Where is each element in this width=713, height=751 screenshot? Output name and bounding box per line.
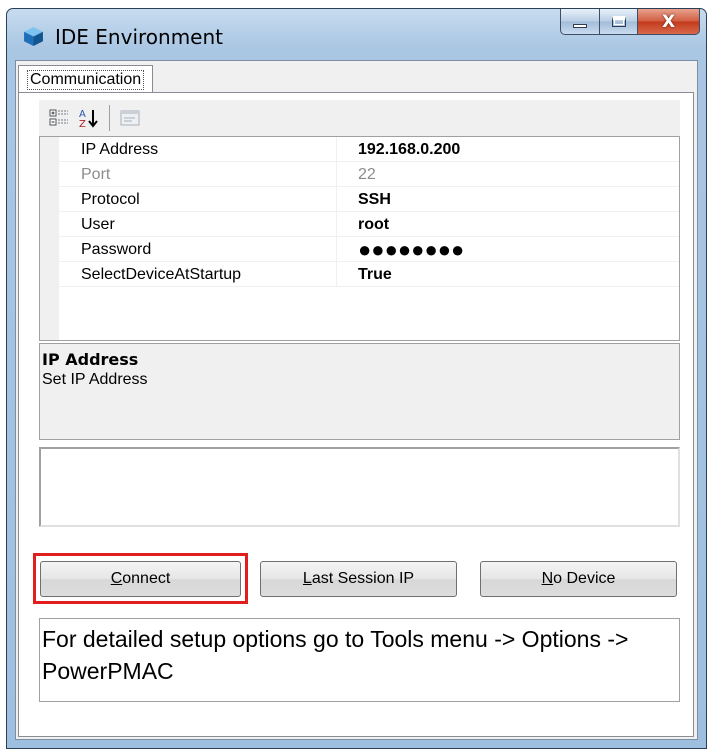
property-row-select-device-at-startup[interactable]: SelectDeviceAtStartup True [40, 262, 679, 287]
property-row-ip-address[interactable]: IP Address 192.168.0.200 [40, 137, 679, 162]
alphabetical-sort-icon: A Z [79, 109, 98, 129]
property-name: SelectDeviceAtStartup [59, 262, 337, 287]
categorized-icon [49, 109, 68, 126]
maximize-button[interactable] [600, 9, 638, 35]
client-area: Communication A Z IP Address 192.168.0.2… [15, 60, 698, 740]
property-grid-toolbar: A Z [39, 100, 680, 136]
property-pages-icon [120, 110, 140, 126]
tab-communication[interactable]: Communication [18, 65, 154, 93]
minimize-icon [573, 23, 587, 28]
caption-buttons: X [560, 9, 700, 37]
property-value[interactable]: 192.168.0.200 [358, 137, 679, 162]
app-cube-icon [24, 27, 43, 46]
property-value[interactable]: 22 [358, 162, 679, 187]
ide-environment-window: IDE Environment X Communication A Z IP A… [6, 8, 707, 749]
tab-communication-label: Communication [27, 69, 145, 90]
maximize-icon [611, 16, 626, 27]
help-title: IP Address [42, 350, 139, 369]
title-bar[interactable]: IDE Environment X [7, 9, 706, 59]
status-output-box[interactable] [39, 447, 680, 527]
toolbar-separator [109, 105, 110, 131]
property-value[interactable]: SSH [358, 187, 679, 212]
property-row-password[interactable]: Password ●●●●●●●● [40, 237, 679, 262]
window-title: IDE Environment [55, 25, 223, 49]
property-row-user[interactable]: User root [40, 212, 679, 237]
svg-text:Z: Z [79, 119, 86, 129]
property-value[interactable]: root [358, 212, 679, 237]
property-row-protocol[interactable]: Protocol SSH [40, 187, 679, 212]
connect-button[interactable]: Connect [40, 561, 241, 597]
property-name: IP Address [59, 137, 337, 162]
property-name: User [59, 212, 337, 237]
no-device-button[interactable]: No Device [480, 561, 677, 597]
categorized-button[interactable] [47, 106, 71, 130]
property-name: Port [59, 162, 337, 187]
communication-tab-page: A Z IP Address 192.168.0.200 Port 22 Pro… [18, 92, 694, 737]
alphabetical-button[interactable]: A Z [77, 106, 101, 130]
property-pages-button[interactable] [118, 106, 142, 130]
property-help-panel: IP Address Set IP Address [39, 343, 680, 440]
property-value-masked[interactable]: ●●●●●●●● [358, 237, 679, 262]
property-row-port[interactable]: Port 22 [40, 162, 679, 187]
property-grid: IP Address 192.168.0.200 Port 22 Protoco… [39, 136, 680, 341]
close-button[interactable]: X [638, 9, 700, 35]
property-name: Password [59, 237, 337, 262]
close-icon: X [661, 11, 676, 32]
last-session-ip-button[interactable]: Last Session IP [260, 561, 457, 597]
help-description: Set IP Address [42, 371, 148, 388]
setup-hint-text: For detailed setup options go to Tools m… [39, 618, 680, 702]
minimize-button[interactable] [560, 9, 600, 35]
property-name: Protocol [59, 187, 337, 212]
property-value[interactable]: True [358, 262, 679, 287]
